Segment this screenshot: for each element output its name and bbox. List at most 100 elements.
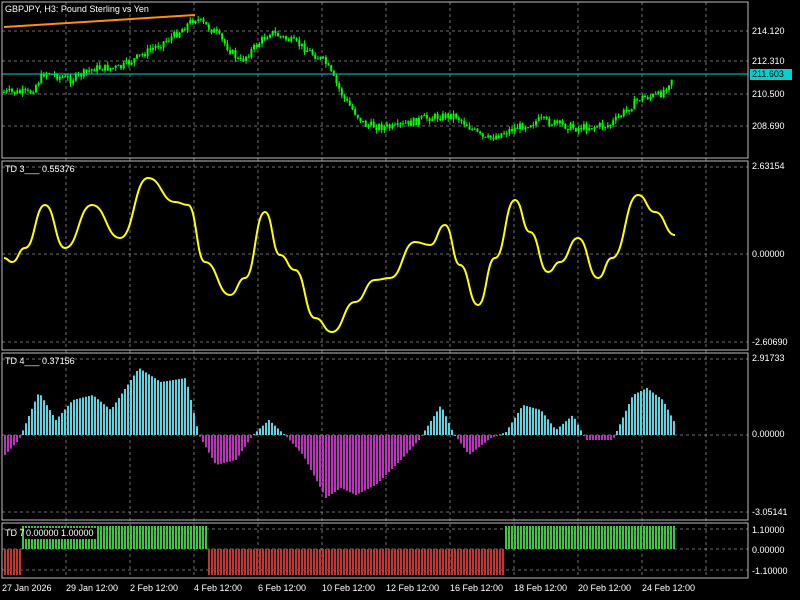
candle-body (298, 40, 301, 47)
td4-bar-negative (322, 435, 324, 493)
td7-bar-negative (421, 549, 423, 575)
candle-body (662, 89, 665, 98)
candle-body (64, 76, 67, 78)
candle-body (300, 43, 303, 47)
td4-bar-positive (73, 399, 75, 435)
candle-body (457, 118, 460, 120)
td4-bar-positive (649, 390, 651, 435)
td7-bar-negative (223, 549, 225, 575)
td7-bar-positive (586, 526, 588, 549)
candle-body (566, 128, 569, 131)
td3-indicator-pane[interactable] (3, 176, 676, 334)
candle-body (234, 50, 237, 59)
td4-bar-positive (454, 434, 456, 436)
candle-body (356, 114, 359, 118)
td3-oscillator-line (3, 176, 676, 334)
td7-bar-positive (130, 526, 132, 549)
td4-bar-negative (397, 435, 399, 463)
td4-bar-positive (256, 431, 258, 435)
candle-body (558, 120, 561, 124)
td4-bar-negative (601, 435, 603, 440)
td7-scale-tick: 1.10000 (752, 525, 785, 535)
td7-bar-negative (259, 549, 261, 575)
candle-body (396, 123, 399, 125)
td4-bar-positive (103, 404, 105, 435)
td7-bar-negative (364, 549, 366, 575)
pane-frame (1, 1, 749, 159)
candle-body (612, 120, 615, 126)
candle-body (388, 124, 391, 129)
td7-bar-negative (232, 549, 234, 575)
candle-body (580, 127, 583, 130)
candle-body (550, 124, 553, 126)
td7-bar-negative (214, 549, 216, 575)
td4-bar-negative (466, 435, 468, 453)
td7-indicator-pane[interactable] (4, 526, 675, 575)
td4-bar-negative (382, 435, 384, 478)
candle-body (372, 121, 375, 128)
td7-bar-negative (379, 549, 381, 575)
candle-body (316, 58, 319, 60)
candle-body (143, 54, 146, 57)
candle-body (149, 48, 152, 50)
td7-bar-positive (631, 526, 633, 549)
candle-body (542, 116, 545, 118)
candle-body (399, 123, 402, 125)
td7-bar-negative (382, 549, 384, 575)
candle-body (431, 118, 434, 122)
candle-body (327, 63, 330, 66)
td4-bar-negative (214, 435, 216, 464)
candle-body (183, 29, 186, 31)
candle-body (210, 29, 213, 33)
td4-bar-negative (463, 435, 465, 448)
td7-bar-negative (385, 549, 387, 575)
td4-bar-positive (58, 416, 60, 435)
td7-bar-positive (100, 526, 102, 549)
td4-bar-positive (100, 401, 102, 435)
candle-body (93, 69, 96, 72)
td4-bar-negative (232, 435, 234, 461)
td7-bar-negative (289, 549, 291, 575)
td4-bar-positive (616, 431, 618, 435)
td4-bar-positive (535, 408, 537, 435)
td4-bar-positive (133, 375, 135, 435)
td7-bar-positive (610, 526, 612, 549)
td4-scale-tick: -3.05141 (752, 507, 788, 517)
candle-body (189, 19, 192, 24)
td4-bar-positive (178, 379, 180, 435)
td4-bar-negative (313, 435, 315, 476)
td7-bar-negative (313, 549, 315, 575)
td4-bar-negative (604, 435, 606, 440)
td7-bar-positive (643, 526, 645, 549)
td4-bar-negative (247, 435, 249, 443)
chart-canvas[interactable] (0, 0, 800, 600)
td7-bar-positive (517, 526, 519, 549)
candle-body (141, 54, 144, 56)
main-price-pane[interactable] (2, 14, 748, 141)
candle-body (601, 122, 604, 128)
time-axis-label: 6 Feb 12:00 (258, 583, 307, 593)
td7-bar-positive (607, 526, 609, 549)
candle-body (535, 121, 537, 125)
td7-bar-negative (13, 549, 15, 575)
td7-bar-negative (226, 549, 228, 575)
td7-bar-positive (169, 526, 171, 549)
td4-bar-negative (319, 435, 321, 487)
td4-bar-positive (571, 415, 573, 435)
candle-body (104, 64, 107, 71)
td4-bar-positive (46, 405, 48, 435)
candle-body (269, 35, 271, 38)
td4-bar-negative (352, 435, 354, 494)
td7-bar-positive (178, 526, 180, 549)
td7-bar-positive (568, 526, 570, 549)
td7-bar-negative (358, 549, 360, 575)
td4-bar-negative (13, 435, 15, 446)
td4-bar-positive (268, 420, 270, 435)
candle-body (284, 36, 287, 40)
td7-bar-negative (427, 549, 429, 575)
candle-body (359, 117, 362, 122)
td4-indicator-pane[interactable] (4, 368, 675, 498)
candle-body (564, 124, 567, 129)
candle-body (332, 70, 335, 76)
td4-bar-positive (94, 396, 96, 435)
